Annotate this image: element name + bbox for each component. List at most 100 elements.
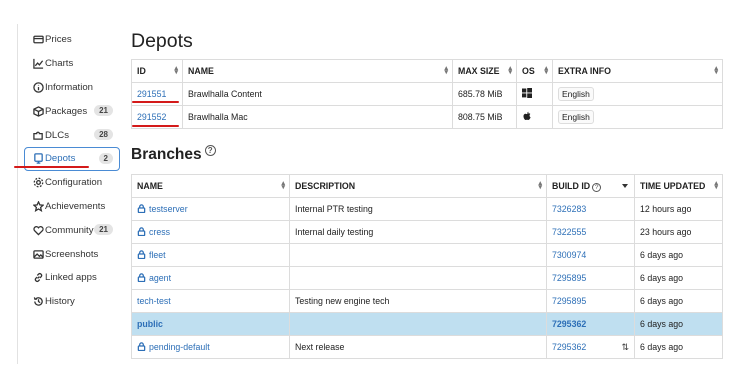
windows-icon (522, 88, 532, 98)
sidebar-item-dlcs[interactable]: DLCs 28 (24, 123, 120, 147)
lock-icon (137, 342, 149, 352)
branch-name-link[interactable]: fleet (149, 250, 166, 260)
time-updated: 6 days ago (634, 312, 723, 336)
link-icon (32, 272, 44, 284)
sort-icon: ▴ ▾ (444, 65, 448, 76)
column-header-id[interactable]: ID ▴ ▾ (131, 59, 183, 83)
depot-name: Brawlhalla Content (182, 82, 453, 106)
package-icon (32, 105, 44, 117)
sidebar-item-community[interactable]: Community 21 (24, 218, 120, 242)
branch-name-link[interactable]: cress (149, 227, 170, 237)
build-history-icon[interactable]: ⇅ (621, 342, 629, 353)
column-header-max-size[interactable]: MAX SIZE ▴ ▾ (452, 59, 517, 83)
build-id-link[interactable]: 7295895 (552, 296, 586, 306)
table-row: 291551 Brawlhalla Content 685.78 MiB Eng… (131, 82, 723, 106)
sort-icon: ▴ ▾ (174, 65, 178, 76)
page-title: Depots (131, 30, 193, 52)
drive-icon (32, 153, 44, 165)
branch-name-link[interactable]: agent (149, 273, 171, 283)
build-id-link[interactable]: 7326283 (552, 204, 586, 214)
help-icon[interactable]: ? (204, 145, 216, 156)
sidebar-item-information[interactable]: Information (24, 76, 120, 100)
sidebar-item-charts[interactable]: Charts (24, 52, 120, 76)
table-row-highlighted: public 7295362 6 days ago (131, 312, 723, 336)
depot-size: 685.78 MiB (452, 82, 517, 106)
column-header-extra-info[interactable]: EXTRA INFO ▴ ▾ (552, 59, 723, 83)
sort-icon: ▴ ▾ (538, 180, 542, 191)
depot-id-link[interactable]: 291552 (137, 112, 166, 122)
depot-size: 808.75 MiB (452, 105, 517, 129)
sort-desc-icon (622, 184, 628, 188)
sidebar-item-label: Packages (45, 105, 88, 117)
sort-icon: ▴ ▾ (714, 180, 718, 191)
sidebar-item-prices[interactable]: Prices (24, 28, 120, 52)
image-icon (32, 248, 44, 260)
table-row: fleet 7300974 6 days ago (131, 243, 723, 267)
sidebar-item-label: Screenshots (45, 248, 99, 260)
table-row: cress Internal daily testing 7322555 23 … (131, 220, 723, 244)
history-icon (32, 296, 44, 308)
sort-icon: ▴ ▾ (508, 65, 512, 76)
table-row: testserver Internal PTR testing 7326283 … (131, 197, 723, 221)
lock-icon (137, 250, 149, 260)
branch-description (289, 266, 547, 290)
build-id-link[interactable]: 7300974 (552, 250, 586, 260)
table-row: pending-default Next release 7295362 ⇅ 6 … (131, 335, 723, 359)
info-icon (32, 81, 44, 93)
branch-name-link[interactable]: pending-default (149, 342, 210, 352)
count-badge: 21 (94, 224, 113, 236)
build-id-link[interactable]: 7295362 (552, 319, 586, 329)
branches-table: NAME ▴ ▾ DESCRIPTION ▴ ▾ BUILD ID? TIME UPDA… (131, 174, 723, 359)
lock-icon (137, 227, 149, 237)
build-id-link[interactable]: 7295895 (552, 273, 586, 283)
sidebar-item-label: History (45, 296, 75, 308)
table-row: 291552 Brawlhalla Mac 808.75 MiB English (131, 105, 723, 129)
section-title: Branches? (131, 145, 216, 164)
count-badge: 21 (94, 105, 113, 117)
depot-id-link[interactable]: 291551 (137, 89, 166, 99)
build-id-link[interactable]: 7322555 (552, 227, 586, 237)
sidebar-item-packages[interactable]: Packages 21 (24, 99, 120, 123)
sidebar-item-linked-apps[interactable]: Linked apps (24, 266, 120, 290)
branch-description (289, 312, 547, 336)
sidebar-item-label: Depots (45, 153, 76, 165)
sidebar-item-label: Community (45, 224, 94, 236)
gear-icon (32, 177, 44, 189)
sidebar-item-achievements[interactable]: Achievements (24, 195, 120, 219)
time-updated: 23 hours ago (634, 220, 723, 244)
count-badge: 28 (94, 129, 113, 141)
sidebar-item-screenshots[interactable]: Screenshots (24, 242, 120, 266)
column-header-build-id[interactable]: BUILD ID? (546, 174, 635, 198)
depots-table: ID ▴ ▾ NAME ▴ ▾ MAX SIZE ▴ ▾ OS ▴ ▾ EXTRA INFO ▴ ▾… (131, 59, 723, 129)
column-header-description[interactable]: DESCRIPTION ▴ ▾ (289, 174, 547, 198)
sidebar-item-history[interactable]: History (24, 290, 120, 314)
puzzle-icon (32, 129, 44, 141)
language-tag: English (558, 87, 594, 101)
build-id-link[interactable]: 7295362 (552, 342, 586, 352)
branch-name-link[interactable]: tech-test (137, 296, 171, 306)
heart-icon (32, 224, 44, 236)
sidebar-item-label: Information (45, 81, 93, 93)
column-header-time-updated[interactable]: TIME UPDATED ▴ ▾ (634, 174, 723, 198)
sort-icon: ▴ ▾ (714, 65, 718, 76)
help-icon[interactable]: ? (592, 182, 602, 192)
sort-icon: ▴ ▾ (544, 65, 548, 76)
price-tag-icon (32, 34, 44, 46)
sidebar-item-label: Charts (45, 58, 74, 70)
branch-name-link[interactable]: testserver (149, 204, 188, 214)
branch-description (289, 243, 547, 267)
sidebar-item-configuration[interactable]: Configuration (24, 171, 120, 195)
sort-icon: ▴ ▾ (281, 180, 285, 191)
depot-name: Brawlhalla Mac (182, 105, 453, 129)
column-header-name[interactable]: NAME ▴ ▾ (182, 59, 453, 83)
column-header-name[interactable]: NAME ▴ ▾ (131, 174, 290, 198)
lock-icon (137, 204, 149, 214)
time-updated: 6 days ago (634, 335, 723, 359)
column-header-os[interactable]: OS ▴ ▾ (516, 59, 553, 83)
sidebar-nav: Prices Charts Information Packages 21 DL… (24, 28, 120, 314)
branch-name-link[interactable]: public (137, 319, 163, 329)
table-row: agent 7295895 6 days ago (131, 266, 723, 290)
chart-line-icon (32, 58, 44, 70)
branch-description: Internal daily testing (289, 220, 547, 244)
time-updated: 6 days ago (634, 243, 723, 267)
